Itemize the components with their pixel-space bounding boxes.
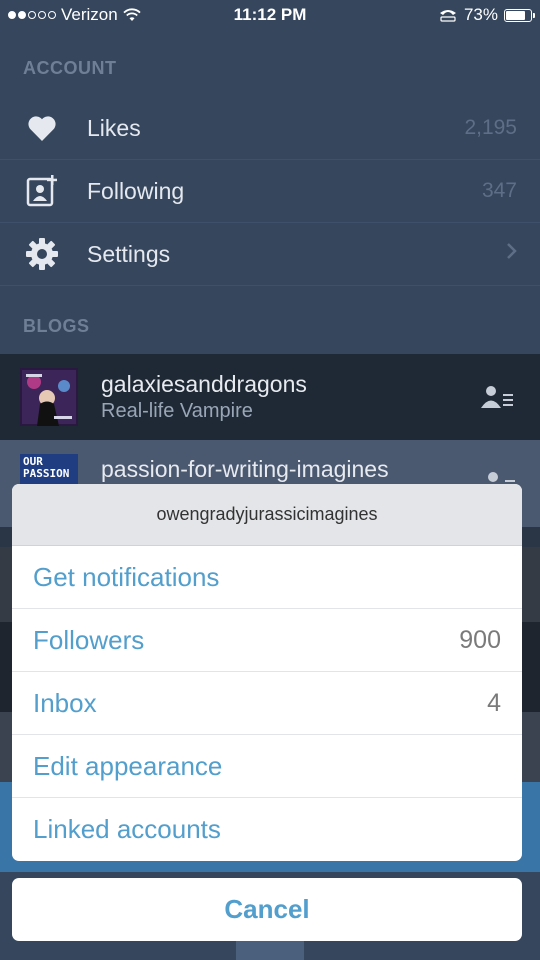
followers-count: 900 (459, 625, 501, 654)
inbox-count: 4 (487, 688, 501, 717)
following-label: Following (87, 177, 185, 204)
edit-appearance-button[interactable]: Edit appearance (12, 735, 522, 798)
inbox-label: Inbox (33, 687, 97, 718)
battery-icon (504, 8, 535, 22)
blogs-section-label: BLOGS (23, 316, 90, 336)
battery-area: 73% (438, 5, 535, 25)
chevron-right-icon (506, 242, 518, 266)
gear-icon (25, 237, 59, 271)
settings-row[interactable]: Settings (0, 223, 540, 286)
battery-percent: 73% (463, 5, 498, 24)
account-section-label: ACCOUNT (23, 58, 117, 78)
blog-avatar (20, 368, 78, 426)
followers-label: Followers (33, 624, 145, 655)
likes-row[interactable]: Likes 2,195 (0, 97, 540, 160)
get-notifications-label: Get notifications (33, 561, 220, 592)
inbox-button[interactable]: Inbox 4 (12, 672, 522, 735)
following-row[interactable]: Following 347 (0, 160, 540, 223)
likes-label: Likes (87, 114, 141, 141)
linked-accounts-button[interactable]: Linked accounts (12, 798, 522, 861)
heart-icon (25, 111, 59, 145)
blog-name: galaxiesanddragons (101, 371, 307, 397)
blog-name: passion-for-writing-imagines (101, 456, 389, 482)
add-user-icon (25, 174, 59, 208)
followers-button[interactable]: Followers 900 (12, 609, 522, 672)
linked-accounts-label: Linked accounts (33, 814, 221, 844)
blog-subtitle: Real-life Vampire (101, 400, 253, 422)
edit-appearance-label: Edit appearance (33, 750, 223, 781)
blog-avatar-text: OUR PASSION (20, 454, 78, 484)
following-count: 347 (481, 179, 517, 202)
blog-members-icon[interactable] (481, 385, 515, 414)
status-bar: Verizon 11:12 PM 73% (0, 0, 540, 30)
settings-label: Settings (87, 240, 171, 267)
cancel-button[interactable]: Cancel (12, 878, 522, 941)
tty-icon (439, 10, 456, 22)
action-sheet-title: owengradyjurassicimagines (12, 484, 522, 546)
blog-row-galaxiesanddragons[interactable]: galaxiesanddragons Real-life Vampire (0, 354, 540, 440)
get-notifications-button[interactable]: Get notifications (12, 546, 522, 609)
likes-count: 2,195 (464, 116, 517, 139)
action-sheet: owengradyjurassicimagines Get notificati… (12, 484, 522, 861)
